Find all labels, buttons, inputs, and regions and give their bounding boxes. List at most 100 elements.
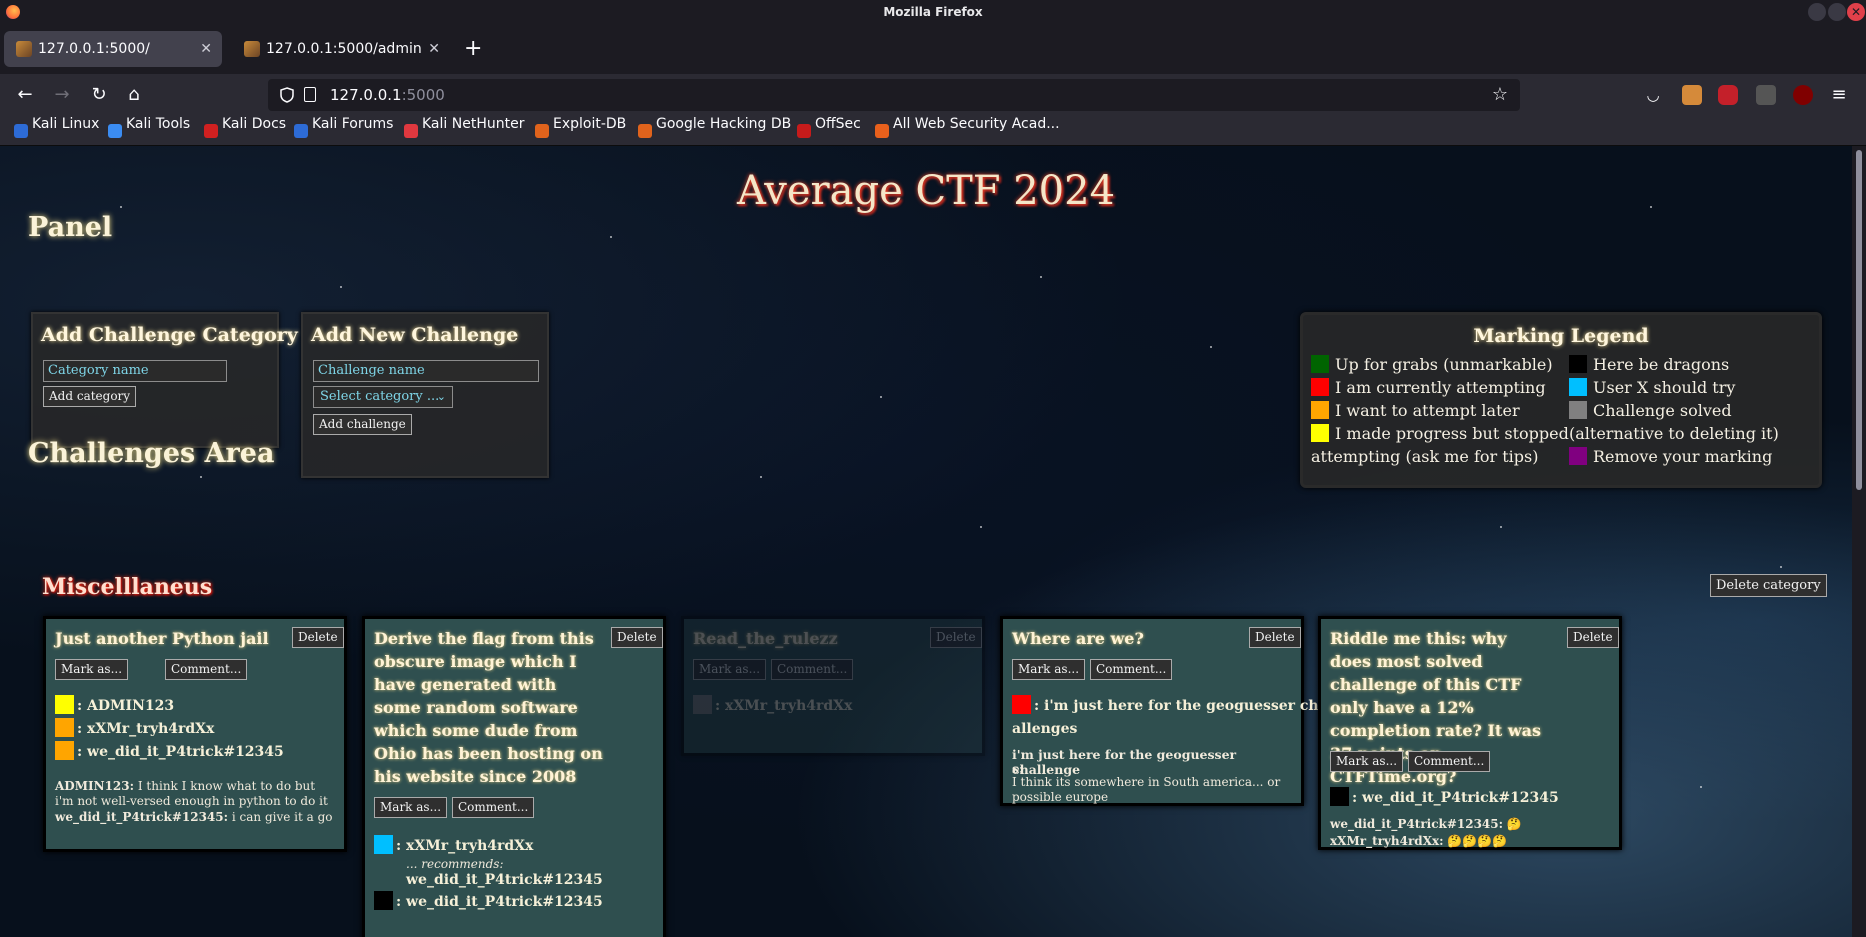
marking-legend: Marking Legend Up for grabs (unmarkable)… — [1300, 312, 1822, 488]
page-info-icon[interactable] — [304, 87, 316, 102]
add-category-button[interactable]: Add category — [43, 386, 137, 407]
url-host: 127.0.0.1 — [330, 86, 402, 104]
category-select-value: Select category ... — [320, 389, 440, 404]
tab-label: 127.0.0.1:5000/ — [38, 41, 150, 57]
delete-challenge-button[interactable]: Delete — [1249, 627, 1301, 648]
forward-icon[interactable]: → — [49, 82, 75, 108]
category-select[interactable]: Select category ... ⌄ — [313, 386, 453, 408]
navigation-toolbar: ← → ↻ ⌂ 127.0.0.1:5000 ☆ ◡ ≡ — [0, 74, 1866, 116]
pocket-icon[interactable]: ◡ — [1640, 82, 1666, 108]
challenge-title: Where are we? — [1012, 629, 1144, 648]
add-category-title: Add Challenge Category — [41, 324, 298, 346]
window-close-button[interactable]: ✕ — [1847, 3, 1865, 21]
page-scrollbar[interactable] — [1852, 146, 1866, 937]
url-bar[interactable]: 127.0.0.1:5000 ☆ — [268, 79, 1520, 111]
yellow-swatch — [1311, 424, 1329, 442]
challenge-card: Where are we? Delete Mark as... Comment.… — [1000, 616, 1319, 806]
tab-close-icon[interactable]: ✕ — [200, 31, 212, 67]
delete-challenge-button[interactable]: Delete — [1567, 627, 1619, 648]
comment: xXMr_tryh4rdXx: 🤔🤔🤔🤔 — [1330, 834, 1508, 848]
reload-icon[interactable]: ↻ — [86, 82, 112, 108]
kali-dragon-icon — [14, 124, 28, 138]
comment-button[interactable]: Comment... — [771, 659, 854, 680]
new-tab-icon[interactable]: + — [464, 38, 482, 60]
comment-button[interactable]: Comment... — [1408, 751, 1491, 772]
bookmark-offsec[interactable]: OffSec — [795, 116, 861, 146]
legend-item: I want to attempt later — [1311, 399, 1520, 422]
bookmark-star-icon[interactable]: ☆ — [1492, 79, 1508, 111]
home-icon[interactable]: ⌂ — [121, 82, 147, 108]
comment: we_did_it_P4trick#12345: i can give it a… — [55, 810, 333, 824]
url-port: :5000 — [401, 86, 445, 104]
challenge-title: Just another Python jail — [55, 629, 269, 648]
legend-item: Challenge solved — [1569, 399, 1732, 422]
portswigger-icon — [875, 124, 889, 138]
bookmark-exploit-db[interactable]: Exploit-DB — [533, 116, 626, 146]
mark-as-button[interactable]: Mark as... — [693, 659, 767, 680]
add-challenge-title: Add New Challenge — [311, 324, 519, 346]
challenge-title: Read_the_rulezz — [693, 629, 838, 648]
tab-home[interactable]: 127.0.0.1:5000/ ✕ — [4, 31, 222, 67]
bookmark-web-security-academy[interactable]: All Web Security Acad... — [873, 116, 1060, 146]
bookmark-kali-forums[interactable]: Kali Forums — [292, 116, 393, 146]
category-name-input[interactable]: Category name — [43, 360, 227, 382]
ublock-extension-icon[interactable] — [1793, 85, 1813, 105]
bookmark-kali-docs[interactable]: Kali Docs — [202, 116, 286, 146]
site-favicon-icon — [16, 41, 32, 57]
comment-author-wrap: s: — [1012, 761, 1024, 776]
comment-button[interactable]: Comment... — [452, 797, 535, 818]
maximize-button[interactable] — [1828, 3, 1846, 21]
tab-admin[interactable]: 127.0.0.1:5000/admin ✕ — [232, 31, 450, 67]
user-mark: : i'm just here for the geoguesser ch — [1012, 695, 1319, 718]
scrollbar-thumb[interactable] — [1856, 150, 1862, 490]
comment-button[interactable]: Comment... — [165, 659, 248, 680]
bookmark-google-hacking-db[interactable]: Google Hacking DB — [636, 116, 791, 146]
mark-as-button[interactable]: Mark as... — [1330, 751, 1404, 772]
comment-button[interactable]: Comment... — [1090, 659, 1173, 680]
comment: we_did_it_P4trick#12345: 🤔 — [1330, 817, 1522, 831]
delete-challenge-button[interactable]: Delete — [292, 627, 344, 648]
comment-author: i'm just here for the geoguesser challen… — [1012, 747, 1237, 777]
tab-close-icon[interactable]: ✕ — [428, 31, 440, 67]
add-category-panel: Add Challenge Category Category name Add… — [31, 312, 298, 448]
delete-challenge-button[interactable]: Delete — [930, 627, 982, 648]
chevron-down-icon: ⌄ — [436, 390, 446, 403]
user-mark: : we_did_it_P4trick#12345 — [55, 741, 284, 764]
gray-swatch — [1569, 401, 1587, 419]
delete-category-button[interactable]: Delete category — [1710, 574, 1827, 597]
mark-as-button[interactable]: Mark as... — [1012, 659, 1086, 680]
challenges-area-heading: Challenges Area — [28, 438, 275, 469]
bookmark-kali-nethunter[interactable]: Kali NetHunter — [402, 116, 524, 146]
challenge-name-input[interactable]: Challenge name — [313, 360, 539, 382]
add-challenge-button[interactable]: Add challenge — [313, 414, 412, 435]
back-icon[interactable]: ← — [12, 82, 38, 108]
bookmark-kali-tools[interactable]: Kali Tools — [106, 116, 190, 146]
legend-item: Here be dragons — [1569, 353, 1729, 376]
mark-as-button[interactable]: Mark as... — [55, 659, 129, 680]
legend-item-wrap: attempting (ask me for tips) — [1311, 447, 1539, 466]
tracking-shield-icon[interactable] — [280, 87, 294, 103]
foxyproxy-extension-icon[interactable] — [1756, 85, 1776, 105]
site-title: Average CTF 2024 — [736, 168, 1116, 214]
bookmark-kali-linux[interactable]: Kali Linux — [12, 116, 99, 146]
mark-as-button[interactable]: Mark as... — [374, 797, 448, 818]
exploit-db-icon — [535, 124, 549, 138]
minimize-button[interactable] — [1808, 3, 1826, 21]
youtube-extension-icon[interactable] — [1718, 85, 1738, 105]
kali-forums-icon — [294, 124, 308, 138]
delete-challenge-button[interactable]: Delete — [611, 627, 663, 648]
nethunter-icon — [404, 124, 418, 138]
window-title: Mozilla Firefox — [883, 5, 983, 19]
comment-text: I think its somewhere in South america..… — [1012, 775, 1281, 804]
orange-swatch — [1311, 401, 1329, 419]
burp-extension-icon[interactable] — [1682, 85, 1702, 105]
menu-icon[interactable]: ≡ — [1826, 82, 1852, 108]
legend-item: User X should try — [1569, 376, 1735, 399]
purple-swatch — [1569, 447, 1587, 465]
kali-docs-icon — [204, 124, 218, 138]
legend-item: Up for grabs (unmarkable) — [1311, 353, 1553, 376]
user-mark: : xXMr_tryh4rdXx — [693, 695, 852, 718]
firefox-icon — [6, 5, 20, 19]
tab-strip: 127.0.0.1:5000/ ✕ 127.0.0.1:5000/admin ✕… — [0, 24, 1866, 74]
user-mark: : xXMr_tryh4rdXx — [55, 718, 214, 741]
